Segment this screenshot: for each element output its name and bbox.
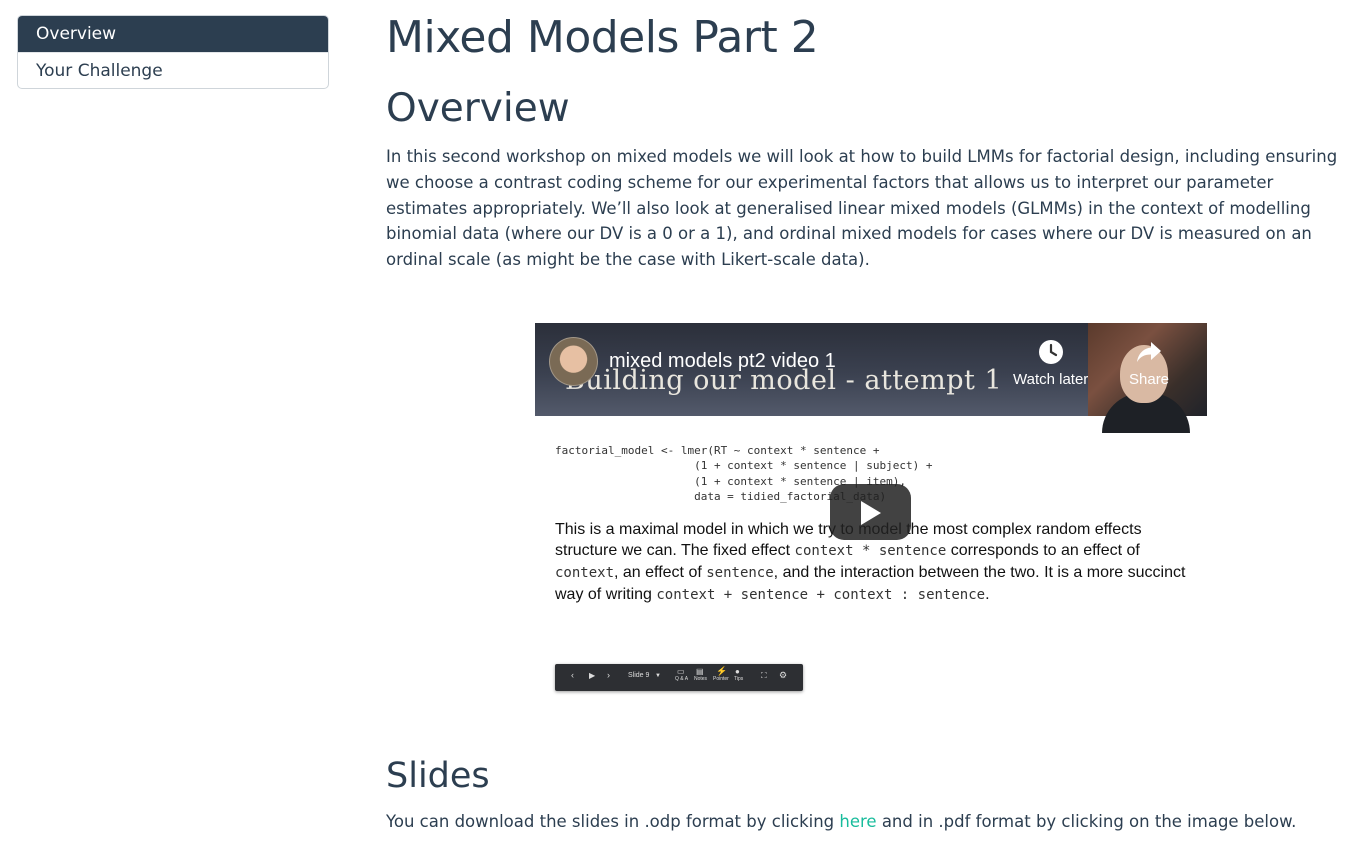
video-player[interactable]: Building our model - attempt 1 mixed mod… — [535, 323, 1207, 701]
fullscreen-icon: ⛶ — [761, 671, 767, 680]
play-button[interactable] — [830, 484, 911, 540]
overview-paragraph: In this second workshop on mixed models … — [386, 147, 1338, 270]
download-odp-link[interactable]: here — [839, 812, 876, 831]
info-icon: ● — [735, 667, 740, 676]
overview-heading: Overview — [386, 86, 570, 131]
share-label: Share — [1129, 371, 1170, 388]
prev-slide-icon: ‹ — [571, 670, 574, 680]
slide-header-band: Building our model - attempt 1 mixed mod… — [535, 323, 1207, 433]
notes-label: Notes — [694, 676, 708, 682]
gear-icon: ⚙ — [779, 670, 788, 680]
slide-number-label: Slide 9 — [628, 672, 650, 679]
tips-label: Tips — [734, 676, 744, 682]
pointer-icon: ⚡ — [716, 666, 728, 676]
toc-item-your-challenge[interactable]: Your Challenge — [18, 52, 328, 88]
toc-item-overview[interactable]: Overview — [18, 16, 328, 52]
slides-paragraph: You can download the slides in .odp form… — [386, 812, 1297, 831]
video-title[interactable]: mixed models pt2 video 1 — [609, 350, 836, 373]
qa-label: Q & A — [675, 676, 689, 682]
notes-icon: ▤ — [696, 667, 704, 676]
share-button[interactable]: Share — [1129, 339, 1169, 388]
play-slide-icon: ▶ — [589, 671, 596, 680]
channel-avatar[interactable] — [549, 337, 598, 386]
watch-later-label: Watch later — [1013, 371, 1089, 388]
slides-heading: Slides — [386, 756, 490, 796]
play-icon — [861, 501, 881, 525]
page-title: Mixed Models Part 2 — [386, 12, 819, 63]
table-of-contents: Overview Your Challenge — [17, 15, 329, 89]
chevron-down-icon: ▼ — [655, 673, 661, 679]
clock-icon — [1038, 340, 1063, 364]
slide-presenter-toolbar: ‹ ▶ › Slide 9 ▼ Q & A Notes Pointer Tips… — [555, 664, 803, 691]
qa-icon: ▭ — [677, 667, 685, 676]
next-slide-icon: › — [607, 670, 610, 680]
watch-later-button[interactable]: Watch later — [1013, 339, 1088, 388]
share-icon — [1137, 342, 1162, 362]
